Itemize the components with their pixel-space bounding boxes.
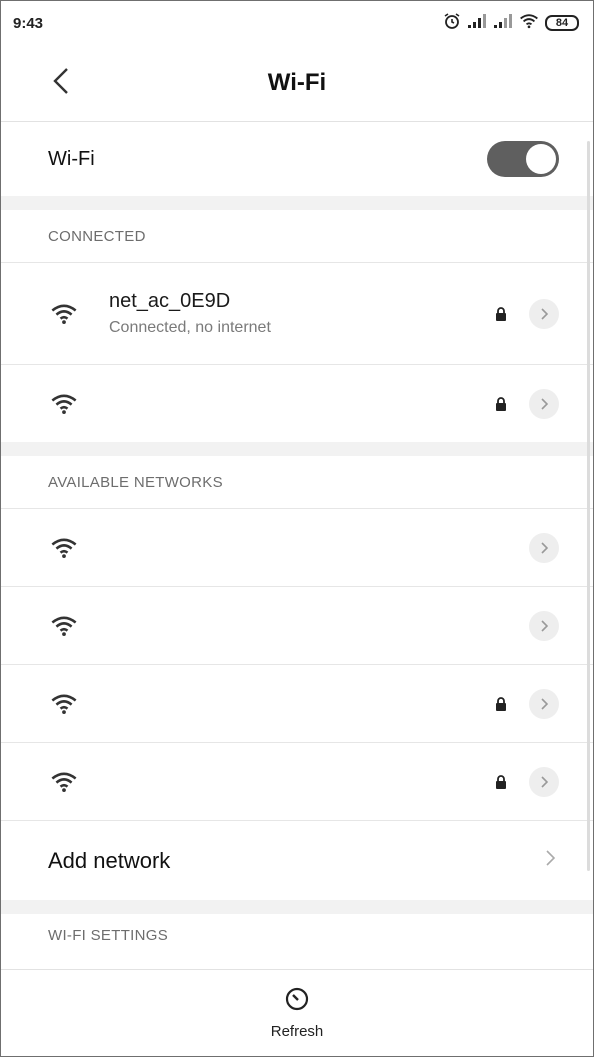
refresh-button[interactable]: Refresh: [270, 986, 324, 1040]
row-actions: [493, 298, 559, 329]
network-item-available[interactable]: [1, 586, 593, 664]
network-details-button[interactable]: [529, 388, 559, 419]
wifi-toggle-row[interactable]: Wi-Fi: [1, 122, 593, 196]
wifi-signal-icon: [49, 392, 79, 416]
lock-icon: [493, 774, 509, 790]
wifi-toggle-switch[interactable]: [487, 141, 559, 177]
network-details-button[interactable]: [529, 610, 559, 641]
wifi-icon: [519, 13, 539, 33]
wifi-signal-icon: [49, 536, 79, 560]
network-name: net_ac_0E9D: [109, 290, 231, 312]
battery-level: 84: [555, 17, 569, 29]
wifi-settings-header: WI-FI SETTINGS: [48, 927, 169, 944]
chevron-right-icon: [541, 397, 548, 410]
section-gap: [1, 900, 593, 914]
chevron-right-icon: [541, 307, 548, 320]
add-network-label: Add network: [48, 847, 171, 873]
row-actions: [493, 688, 559, 719]
row-actions: [529, 610, 559, 641]
signal-icon: [467, 13, 487, 33]
available-networks-header: AVAILABLE NETWORKS: [48, 473, 223, 491]
wifi-signal-icon: [49, 614, 79, 638]
alarm-icon: [443, 12, 461, 34]
lock-icon: [493, 396, 509, 412]
network-item-available[interactable]: [1, 508, 593, 586]
status-bar: 9:43 84: [1, 1, 593, 45]
chevron-right-icon: [541, 775, 548, 788]
section-gap: [1, 442, 593, 456]
lock-icon: [493, 696, 509, 712]
network-details-button[interactable]: [529, 532, 559, 563]
network-item-connected[interactable]: net_ac_0E9D Connected, no internet: [1, 262, 593, 364]
network-item-saved[interactable]: [1, 364, 593, 442]
network-status: Connected, no internet: [109, 319, 271, 336]
status-icons: 84: [443, 12, 579, 34]
signal-icon: [493, 13, 513, 33]
row-actions: [529, 532, 559, 563]
chevron-right-icon: [541, 541, 548, 554]
bottom-action-bar: Refresh: [1, 969, 593, 1056]
row-actions: [493, 388, 559, 419]
network-details-button[interactable]: [529, 298, 559, 329]
phone-screen: 9:43 84 Wi-Fi Wi-Fi CONNECTED net_ac_0E9…: [0, 0, 594, 1057]
app-bar: Wi-Fi: [1, 45, 593, 121]
wifi-signal-icon: [49, 692, 79, 716]
refresh-label: Refresh: [270, 1023, 324, 1040]
network-item-available[interactable]: [1, 664, 593, 742]
network-text: net_ac_0E9D Connected, no internet: [109, 290, 493, 337]
network-item-available[interactable]: [1, 742, 593, 820]
lock-icon: [493, 306, 509, 322]
add-network-button[interactable]: Add network: [1, 820, 593, 900]
wifi-signal-icon: [49, 302, 79, 326]
battery-icon: 84: [545, 15, 579, 31]
connected-header: CONNECTED: [48, 227, 146, 245]
network-details-button[interactable]: [529, 766, 559, 797]
chevron-left-icon: [52, 67, 70, 100]
section-gap: [1, 196, 593, 210]
chevron-right-icon: [541, 697, 548, 710]
page-title: Wi-Fi: [267, 69, 327, 96]
refresh-icon: [284, 986, 310, 1017]
status-time: 9:43: [13, 14, 44, 32]
wifi-toggle-label: Wi-Fi: [48, 147, 95, 170]
network-details-button[interactable]: [529, 688, 559, 719]
scrollbar[interactable]: [587, 141, 590, 871]
back-button[interactable]: [41, 63, 81, 103]
wifi-signal-icon: [49, 770, 79, 794]
chevron-right-icon: [545, 850, 556, 871]
row-actions: [493, 766, 559, 797]
toggle-knob: [526, 144, 556, 174]
chevron-right-icon: [541, 619, 548, 632]
